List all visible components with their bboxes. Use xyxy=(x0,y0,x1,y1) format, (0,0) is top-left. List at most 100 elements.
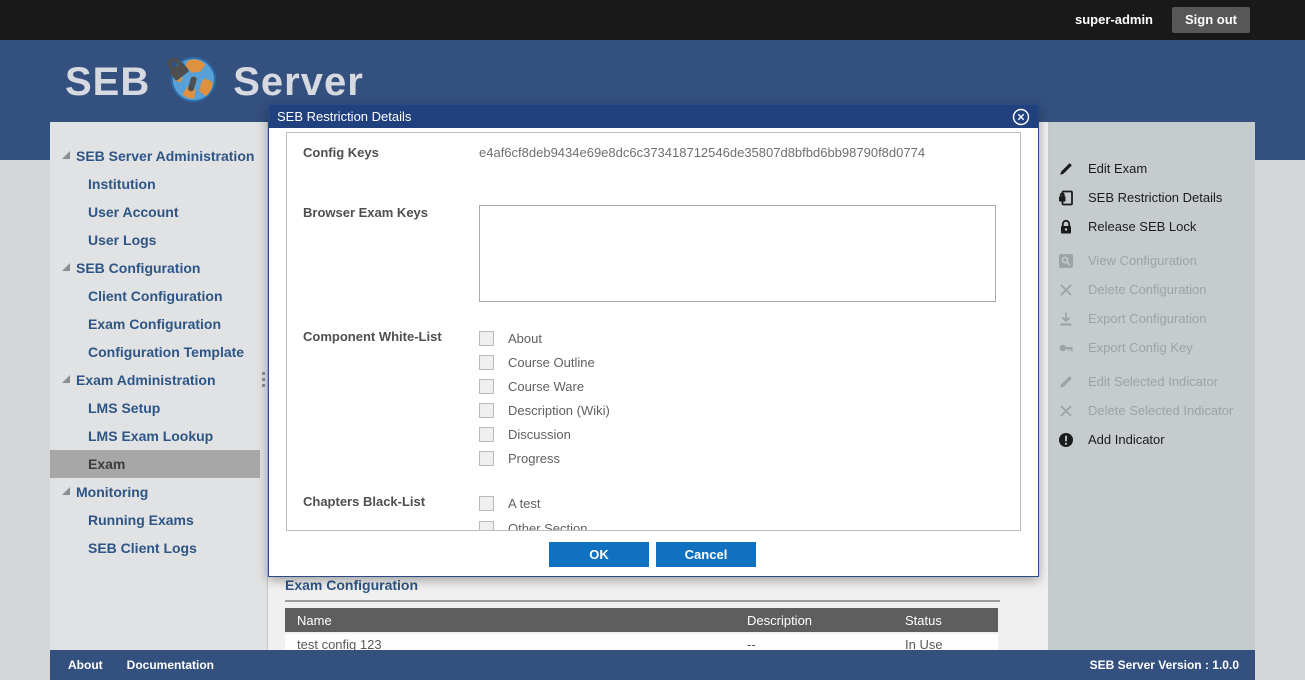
sign-out-button[interactable]: Sign out xyxy=(1172,7,1250,33)
component-whitelist-label: Component White-List xyxy=(303,329,442,344)
view-magnifier-icon xyxy=(1058,253,1074,269)
browser-exam-keys-input[interactable] xyxy=(479,205,996,302)
close-circle-icon[interactable] xyxy=(1012,108,1030,126)
action-export-config-key[interactable]: Export Config Key xyxy=(1048,333,1255,362)
x-icon xyxy=(1058,282,1074,298)
sidebar-item-exam-configuration[interactable]: Exam Configuration xyxy=(50,310,260,338)
footer-link-about[interactable]: About xyxy=(68,658,103,672)
ok-button[interactable]: OK xyxy=(549,542,649,567)
sidebar-item-label: SEB Server Administration xyxy=(76,148,254,164)
section-divider xyxy=(285,600,1000,602)
sidebar-item-label: Client Configuration xyxy=(88,288,223,304)
action-label: Delete Selected Indicator xyxy=(1088,403,1233,418)
checkbox-box[interactable] xyxy=(479,355,494,370)
checkbox-other-section[interactable]: Other Section xyxy=(479,521,588,531)
checkbox-box[interactable] xyxy=(479,451,494,466)
sidebar-item-user-account[interactable]: User Account xyxy=(50,198,260,226)
sidebar-item-label: LMS Setup xyxy=(88,400,160,416)
seb-server-app: super-admin Sign out SEB Server SEB Serv… xyxy=(0,0,1305,680)
sidebar-item-exam-administration[interactable]: Exam Administration xyxy=(50,366,260,394)
sidebar-item-label: LMS Exam Lookup xyxy=(88,428,213,444)
action-seb-restriction-details[interactable]: SEB Restriction Details xyxy=(1048,183,1255,212)
checkbox-about[interactable]: About xyxy=(479,331,542,346)
logged-in-username: super-admin xyxy=(1075,12,1153,27)
sidebar-item-user-logs[interactable]: User Logs xyxy=(50,226,260,254)
sidebar-item-label: User Account xyxy=(88,204,179,220)
column-header-status[interactable]: Status xyxy=(905,613,942,628)
browser-exam-keys-label: Browser Exam Keys xyxy=(303,205,428,220)
dialog-form-panel: Config Keys e4af6cf8deb9434e69e8dc6c3734… xyxy=(286,132,1021,531)
checkbox-box[interactable] xyxy=(479,331,494,346)
action-delete-configuration[interactable]: Delete Configuration xyxy=(1048,275,1255,304)
column-header-name[interactable]: Name xyxy=(297,613,332,628)
checkbox-progress[interactable]: Progress xyxy=(479,451,560,466)
pencil-icon xyxy=(1058,161,1074,177)
sidebar-item-institution[interactable]: Institution xyxy=(50,170,260,198)
sidebar-item-seb-configuration[interactable]: SEB Configuration xyxy=(50,254,260,282)
sidebar-item-configuration-template[interactable]: Configuration Template xyxy=(50,338,260,366)
checkbox-course-ware[interactable]: Course Ware xyxy=(479,379,584,394)
action-edit-selected-indicator[interactable]: Edit Selected Indicator xyxy=(1048,367,1255,396)
action-label: View Configuration xyxy=(1088,253,1197,268)
config-keys-label: Config Keys xyxy=(303,145,379,160)
action-label: Edit Selected Indicator xyxy=(1088,374,1218,389)
checkbox-box[interactable] xyxy=(479,403,494,418)
checkbox-box[interactable] xyxy=(479,521,494,531)
sidebar-splitter[interactable] xyxy=(260,122,268,650)
top-bar: super-admin Sign out xyxy=(0,0,1305,40)
sidebar-item-exam-selected[interactable]: Exam xyxy=(50,450,260,478)
expand-triangle-icon xyxy=(62,263,70,271)
action-label: SEB Restriction Details xyxy=(1088,190,1222,205)
app-logo: SEB Server xyxy=(65,52,364,112)
action-label: Release SEB Lock xyxy=(1088,219,1196,234)
action-release-seb-lock[interactable]: Release SEB Lock xyxy=(1048,212,1255,241)
sidebar-item-lms-exam-lookup[interactable]: LMS Exam Lookup xyxy=(50,422,260,450)
sidebar-item-monitoring[interactable]: Monitoring xyxy=(50,478,260,506)
footer-link-documentation[interactable]: Documentation xyxy=(127,658,214,672)
sidebar-item-lms-setup[interactable]: LMS Setup xyxy=(50,394,260,422)
sidebar-item-label: Exam Administration xyxy=(76,372,216,388)
sidebar-item-label: SEB Configuration xyxy=(76,260,200,276)
sidebar-item-seb-client-logs[interactable]: SEB Client Logs xyxy=(50,534,260,562)
footer-bar: About Documentation SEB Server Version :… xyxy=(50,650,1255,680)
action-label: Export Configuration xyxy=(1088,311,1207,326)
action-label: Add Indicator xyxy=(1088,432,1165,447)
checkbox-box[interactable] xyxy=(479,496,494,511)
x-icon xyxy=(1058,403,1074,419)
sidebar-item-seb-server-administration[interactable]: SEB Server Administration xyxy=(50,142,260,170)
checkbox-a-test[interactable]: A test xyxy=(479,496,541,511)
sidebar-item-running-exams[interactable]: Running Exams xyxy=(50,506,260,534)
checkbox-box[interactable] xyxy=(479,427,494,442)
cancel-button[interactable]: Cancel xyxy=(656,542,756,567)
action-delete-selected-indicator[interactable]: Delete Selected Indicator xyxy=(1048,396,1255,425)
document-lock-icon xyxy=(1058,190,1074,206)
sidebar-item-client-configuration[interactable]: Client Configuration xyxy=(50,282,260,310)
sidebar-item-label: User Logs xyxy=(88,232,156,248)
checkbox-box[interactable] xyxy=(479,379,494,394)
expand-triangle-icon xyxy=(62,151,70,159)
sidebar-item-label: Configuration Template xyxy=(88,344,244,360)
seb-restriction-details-dialog: SEB Restriction Details Config Keys e4af… xyxy=(268,104,1039,577)
exclamation-circle-icon xyxy=(1058,432,1074,448)
section-title: Exam Configuration xyxy=(285,577,418,593)
expand-triangle-icon xyxy=(62,375,70,383)
action-edit-exam[interactable]: Edit Exam xyxy=(1048,154,1255,183)
dialog-title: SEB Restriction Details xyxy=(269,105,1038,128)
action-export-configuration[interactable]: Export Configuration xyxy=(1048,304,1255,333)
sidebar-nav: SEB Server Administration Institution Us… xyxy=(50,122,260,650)
checkbox-description-wiki[interactable]: Description (Wiki) xyxy=(479,403,610,418)
sidebar-item-label: Institution xyxy=(88,176,156,192)
splitter-grip-icon xyxy=(262,372,265,390)
action-view-configuration[interactable]: View Configuration xyxy=(1048,246,1255,275)
chapters-blacklist-label: Chapters Black-List xyxy=(303,494,425,509)
version-label: SEB Server Version : 1.0.0 xyxy=(1090,658,1239,672)
logo-text-server: Server xyxy=(233,60,364,105)
sidebar-item-label: Exam xyxy=(88,456,125,472)
sidebar-item-label: SEB Client Logs xyxy=(88,540,197,556)
action-add-indicator[interactable]: Add Indicator xyxy=(1048,425,1255,454)
checkbox-discussion[interactable]: Discussion xyxy=(479,427,571,442)
logo-text-seb: SEB xyxy=(65,60,150,105)
checkbox-course-outline[interactable]: Course Outline xyxy=(479,355,595,370)
column-header-description[interactable]: Description xyxy=(747,613,812,628)
globe-lock-icon xyxy=(164,52,219,112)
